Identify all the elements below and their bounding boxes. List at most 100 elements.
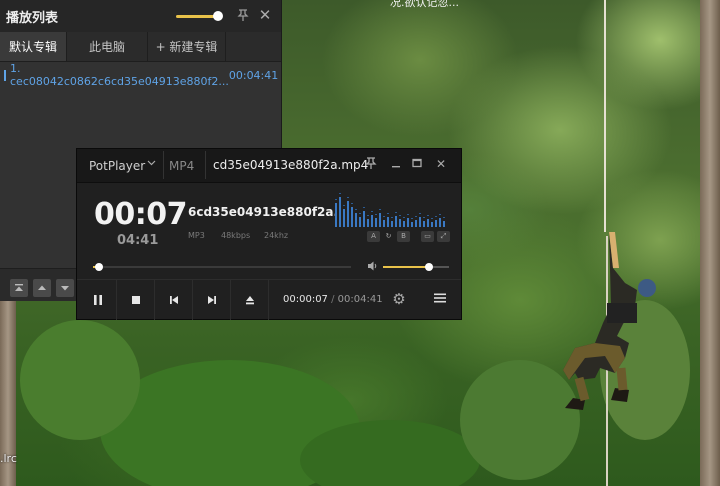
climber-figure xyxy=(563,232,656,410)
desktop-file-label[interactable]: .lrc xyxy=(0,452,17,465)
spectrum-bar xyxy=(383,220,385,227)
tab-new-album[interactable]: + 新建专辑 xyxy=(148,32,226,61)
playlist-item-name: 1. cec08042c0862c6cd35e04913e880f2... xyxy=(10,62,229,88)
spectrum-bar xyxy=(403,221,405,227)
move-top-icon[interactable] xyxy=(10,279,28,297)
spectrum-bar xyxy=(359,217,361,227)
divider xyxy=(205,151,206,179)
samplerate-label: 24khz xyxy=(264,231,289,240)
volume-slider-fill xyxy=(383,266,430,268)
spectrum-peak xyxy=(355,209,357,210)
spectrum-peak xyxy=(423,217,425,218)
tab-default-album[interactable]: 默认专辑 xyxy=(0,32,67,61)
spectrum-peak xyxy=(371,211,373,212)
seek-bar-track[interactable] xyxy=(93,266,351,268)
volume-slider-handle[interactable] xyxy=(425,263,434,271)
spectrum-peak xyxy=(347,197,349,198)
audio-spectrum[interactable] xyxy=(335,193,451,227)
gear-icon[interactable]: ⚙ xyxy=(390,290,408,308)
next-button[interactable] xyxy=(194,280,231,320)
ab-repeat-b-button[interactable]: B xyxy=(397,231,410,242)
tab-this-computer[interactable]: 此电脑 xyxy=(67,32,148,61)
spectrum-bar xyxy=(443,221,445,227)
spectrum-peak xyxy=(387,213,389,214)
spectrum-bar xyxy=(379,213,381,227)
pin-icon[interactable] xyxy=(363,156,379,172)
close-icon[interactable]: ✕ xyxy=(433,156,449,172)
tree-trunk-right xyxy=(700,0,720,486)
spectrum-peak xyxy=(435,216,437,217)
time-separator: / xyxy=(331,294,335,305)
codec-label: MP3 xyxy=(188,231,205,240)
spectrum-peak xyxy=(375,214,377,215)
current-track-name: 6cd35e04913e880f2a.mp4 xyxy=(188,205,338,219)
spectrum-bar xyxy=(343,209,345,227)
next-icon xyxy=(208,296,216,304)
seek-bar-handle[interactable] xyxy=(95,263,104,271)
spectrum-bar xyxy=(363,211,365,227)
spectrum-bar xyxy=(335,203,337,227)
playlist-title: 播放列表 xyxy=(6,10,59,26)
playlist-tabs: 默认专辑 此电脑 + 新建专辑 xyxy=(0,32,281,62)
spectrum-peak xyxy=(411,218,413,219)
spectrum-bar xyxy=(439,218,441,227)
eject-icon xyxy=(246,296,254,305)
screen-mode-icon[interactable]: ▭ xyxy=(421,231,434,242)
spectrum-bar xyxy=(407,218,409,227)
playlist-opacity-slider-knob[interactable] xyxy=(213,11,223,21)
spectrum-peak xyxy=(439,214,441,215)
spectrum-bar xyxy=(423,221,425,227)
pause-button[interactable] xyxy=(80,280,117,320)
spectrum-peak xyxy=(391,217,393,218)
stop-button[interactable] xyxy=(118,280,155,320)
chevron-down-icon[interactable] xyxy=(147,158,156,170)
total-time: 00:04:41 xyxy=(337,294,383,305)
volume-icon[interactable] xyxy=(367,260,379,275)
spectrum-bar xyxy=(415,220,417,227)
title-filename: cd35e04913e880f2a.mp4 xyxy=(213,158,369,172)
spectrum-peak xyxy=(383,216,385,217)
close-icon[interactable]: ✕ xyxy=(257,6,273,24)
spectrum-peak xyxy=(379,209,381,210)
pin-icon[interactable] xyxy=(236,8,250,22)
spectrum-peak xyxy=(419,213,421,214)
spectrum-peak xyxy=(427,215,429,216)
playlist-titlebar[interactable]: 播放列表 ✕ xyxy=(0,0,281,32)
spectrum-peak xyxy=(407,214,409,215)
spectrum-bar xyxy=(411,222,413,227)
total-time-small: 04:41 xyxy=(117,233,159,248)
ab-repeat-a-button[interactable]: A xyxy=(367,231,380,242)
spectrum-bar xyxy=(419,217,421,227)
spectrum-bar xyxy=(371,215,373,227)
previous-button[interactable] xyxy=(156,280,193,320)
minimize-icon[interactable] xyxy=(388,156,404,172)
spectrum-bar xyxy=(375,218,377,227)
shuffle-icon[interactable]: ⤢ xyxy=(437,231,450,242)
bitrate-label: 48kbps xyxy=(221,231,251,240)
spectrum-peak xyxy=(335,199,337,200)
playlist-item-duration: 00:04:41 xyxy=(228,68,279,82)
spectrum-bar xyxy=(435,220,437,227)
spectrum-bar xyxy=(339,197,341,227)
spectrum-peak xyxy=(399,215,401,216)
player-titlebar[interactable]: PotPlayer MP4 cd35e04913e880f2a.mp4 ✕ xyxy=(77,149,461,183)
file-icon xyxy=(4,69,6,81)
player-window: PotPlayer MP4 cd35e04913e880f2a.mp4 ✕ 00… xyxy=(76,148,462,320)
spectrum-peak xyxy=(443,217,445,218)
stop-icon xyxy=(132,296,140,304)
current-time: 00:00:07 xyxy=(283,294,328,305)
move-down-icon[interactable] xyxy=(56,279,74,297)
move-up-icon[interactable] xyxy=(33,279,51,297)
time-display: 00:00:07 / 00:04:41 xyxy=(283,294,383,305)
menu-icon[interactable] xyxy=(431,291,449,309)
foliage xyxy=(20,320,140,440)
playlist-item[interactable]: 1. cec08042c0862c6cd35e04913e880f2... 00… xyxy=(0,62,279,88)
pause-icon xyxy=(94,295,102,305)
eject-button[interactable] xyxy=(232,280,269,320)
spectrum-bar xyxy=(347,201,349,227)
repeat-icon[interactable]: ↻ xyxy=(382,231,395,242)
maximize-icon[interactable] xyxy=(409,156,425,172)
app-name[interactable]: PotPlayer xyxy=(89,159,145,173)
spectrum-peak xyxy=(351,203,353,204)
spectrum-bar xyxy=(431,222,433,227)
